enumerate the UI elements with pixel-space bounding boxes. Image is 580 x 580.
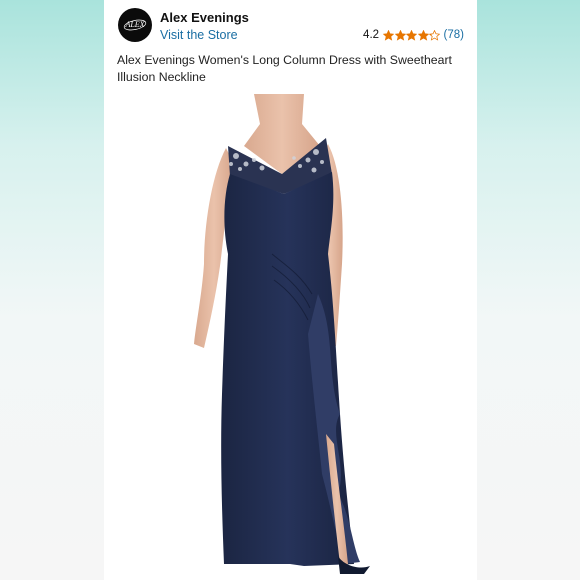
star-full-icon: [406, 29, 418, 41]
rating-value: 4.2: [363, 29, 380, 41]
star-full-icon: [394, 29, 406, 41]
brand-name: Alex Evenings: [160, 10, 249, 25]
star-rating: [383, 29, 441, 41]
dress-photo[interactable]: [104, 94, 477, 580]
logo-icon: ALEX: [123, 19, 147, 31]
star-partial-icon: [429, 29, 441, 41]
visit-store-link[interactable]: Visit the Store: [160, 28, 238, 42]
background-right-gradient: [477, 0, 580, 580]
brand-logo[interactable]: ALEX: [118, 8, 152, 42]
star-full-icon: [383, 29, 395, 41]
rating-count-link[interactable]: (78): [444, 29, 464, 41]
rating-summary[interactable]: 4.2 (78): [363, 29, 464, 41]
star-full-icon: [417, 29, 429, 41]
product-card: ALEX Alex Evenings Visit the Store 4.2 (…: [104, 0, 477, 580]
logo-text: ALEX: [124, 20, 145, 29]
brand-header: ALEX Alex Evenings Visit the Store 4.2 (…: [118, 8, 468, 46]
product-title: Alex Evenings Women's Long Column Dress …: [117, 53, 452, 84]
background-left-gradient: [0, 0, 104, 580]
